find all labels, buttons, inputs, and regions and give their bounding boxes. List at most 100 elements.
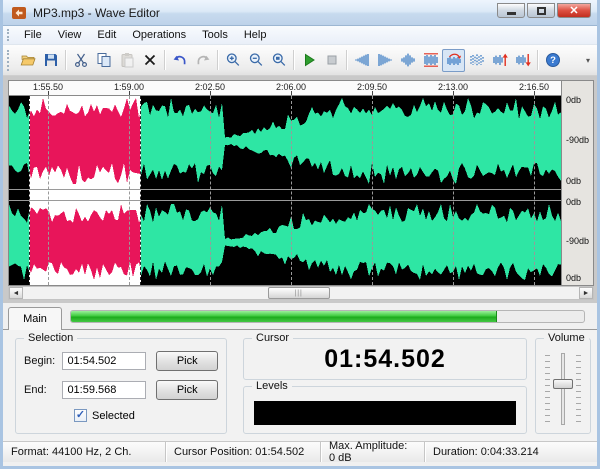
- zoom-selection-button[interactable]: [267, 49, 290, 72]
- toolbar-grip: [7, 49, 12, 71]
- status-duration: Duration: 0:04:33.214: [433, 446, 539, 458]
- fade-out-icon: [377, 54, 392, 66]
- delete-button[interactable]: [138, 49, 161, 72]
- normalize-icon: [423, 53, 438, 67]
- tick-gridline: [291, 96, 292, 285]
- scrollbar-thumb[interactable]: |||: [267, 287, 330, 299]
- menu-operations[interactable]: Operations: [124, 27, 194, 43]
- status-max-amplitude: Max. Amplitude: 0 dB: [321, 440, 425, 464]
- horizontal-scrollbar[interactable]: ◄ ||| ►: [8, 286, 594, 300]
- undo-button[interactable]: [168, 49, 191, 72]
- volume-group: Volume: [535, 332, 591, 434]
- paste-button[interactable]: [115, 49, 138, 72]
- menu-file[interactable]: File: [16, 27, 50, 43]
- progress-bar: [70, 310, 585, 323]
- volume-up-icon: [492, 53, 508, 66]
- scrollbar-track[interactable]: |||: [23, 287, 579, 299]
- close-button[interactable]: ✕: [557, 3, 591, 18]
- end-input[interactable]: [62, 381, 147, 399]
- menu-help[interactable]: Help: [236, 27, 275, 43]
- volume-up-button[interactable]: [488, 49, 511, 72]
- insert-silence-button[interactable]: [396, 49, 419, 72]
- selection-region[interactable]: [29, 96, 141, 285]
- status-format: Format: 44100 Hz, 2 Ch.: [3, 442, 166, 462]
- app-icon: [12, 6, 26, 19]
- help-button[interactable]: ?: [541, 49, 564, 72]
- cursor-group: Cursor 01:54.502: [243, 332, 527, 380]
- tab-row: Main: [3, 303, 597, 330]
- redo-button[interactable]: [191, 49, 214, 72]
- volume-slider-track[interactable]: [561, 353, 565, 425]
- pick-end-button[interactable]: Pick: [156, 380, 218, 400]
- selection-group: Selection Begin: Pick End: Pick ✓ Select…: [15, 332, 227, 434]
- levels-meter: [254, 401, 516, 425]
- channels[interactable]: [8, 95, 562, 286]
- toolbar: ? ▾: [3, 45, 597, 76]
- scroll-left-button[interactable]: ◄: [9, 287, 23, 299]
- stop-icon: [327, 55, 336, 65]
- paste-icon: [121, 53, 133, 68]
- bottom-panel: Selection Begin: Pick End: Pick ✓ Select…: [3, 329, 597, 441]
- fade-out-button[interactable]: [373, 49, 396, 72]
- menu-view[interactable]: View: [50, 27, 90, 43]
- toolbar-overflow-button[interactable]: ▾: [583, 56, 593, 65]
- fade-in-button[interactable]: [350, 49, 373, 72]
- silence-icon: [469, 54, 484, 66]
- play-button[interactable]: [297, 49, 320, 72]
- menu-edit[interactable]: Edit: [89, 27, 124, 43]
- play-icon: [304, 53, 315, 67]
- save-button[interactable]: [39, 49, 62, 72]
- delete-icon: [144, 54, 155, 66]
- close-icon: ✕: [569, 4, 579, 17]
- reverse-icon: [446, 53, 461, 65]
- wave-workspace: 1:55.50 1:59.00 2:02.50 2:06.00 2:09.50 2:13.…: [3, 76, 597, 303]
- cut-icon: [74, 53, 87, 68]
- volume-slider[interactable]: [543, 353, 583, 425]
- begin-label: Begin:: [24, 355, 56, 367]
- volume-slider-thumb[interactable]: [553, 378, 573, 389]
- channel-divider-line: [9, 189, 561, 190]
- redo-icon: [197, 55, 209, 65]
- scroll-left-icon: ◄: [12, 289, 20, 297]
- wave-editor-window: MP3.mp3 - Wave Editor ✕ File View Edit O…: [0, 0, 600, 469]
- status-bar: Format: 44100 Hz, 2 Ch. Cursor Position:…: [3, 440, 597, 464]
- cut-button[interactable]: [69, 49, 92, 72]
- copy-button[interactable]: [92, 49, 115, 72]
- reverse-button[interactable]: [442, 48, 465, 72]
- timeline-ruler[interactable]: 1:55.50 1:59.00 2:02.50 2:06.00 2:09.50 2:13.…: [8, 80, 562, 95]
- zoom-selection-icon: [272, 53, 285, 66]
- zoom-out-button[interactable]: [244, 49, 267, 72]
- db-scale: 0db -90db 0db 0db -90db 0db: [562, 80, 594, 286]
- window-title: MP3.mp3 - Wave Editor: [33, 5, 160, 20]
- selected-waveform-left: [30, 98, 140, 184]
- tick-gridline: [453, 96, 454, 285]
- db-scale-label: 0db: [566, 197, 582, 207]
- zoom-in-button[interactable]: [221, 49, 244, 72]
- levels-legend: Levels: [252, 380, 292, 392]
- begin-input[interactable]: [62, 352, 147, 370]
- volume-down-button[interactable]: [511, 49, 534, 72]
- silence-button[interactable]: [465, 49, 488, 72]
- scroll-right-icon: ►: [582, 289, 590, 297]
- title-bar: MP3.mp3 - Wave Editor ✕: [3, 0, 597, 26]
- tick-gridline: [210, 96, 211, 285]
- menu-tools[interactable]: Tools: [194, 27, 236, 43]
- levels-group: Levels: [243, 380, 527, 434]
- maximize-button[interactable]: [527, 3, 555, 18]
- menu-bar: File View Edit Operations Tools Help: [3, 26, 597, 45]
- toolbar-overflow-icon: ▾: [585, 55, 590, 65]
- minimize-button[interactable]: [497, 3, 525, 18]
- volume-down-icon: [515, 54, 531, 67]
- open-button[interactable]: [16, 49, 39, 72]
- stop-button[interactable]: [320, 49, 343, 72]
- scroll-right-button[interactable]: ►: [579, 287, 593, 299]
- normalize-button[interactable]: [419, 49, 442, 72]
- volume-legend: Volume: [544, 332, 589, 344]
- copy-icon: [97, 53, 110, 67]
- maximize-icon: [536, 6, 546, 15]
- pick-begin-button[interactable]: Pick: [156, 351, 218, 371]
- undo-icon: [173, 55, 185, 65]
- tab-main[interactable]: Main: [8, 307, 62, 330]
- menu-grip: [7, 28, 12, 42]
- selected-checkbox[interactable]: ✓: [74, 409, 87, 422]
